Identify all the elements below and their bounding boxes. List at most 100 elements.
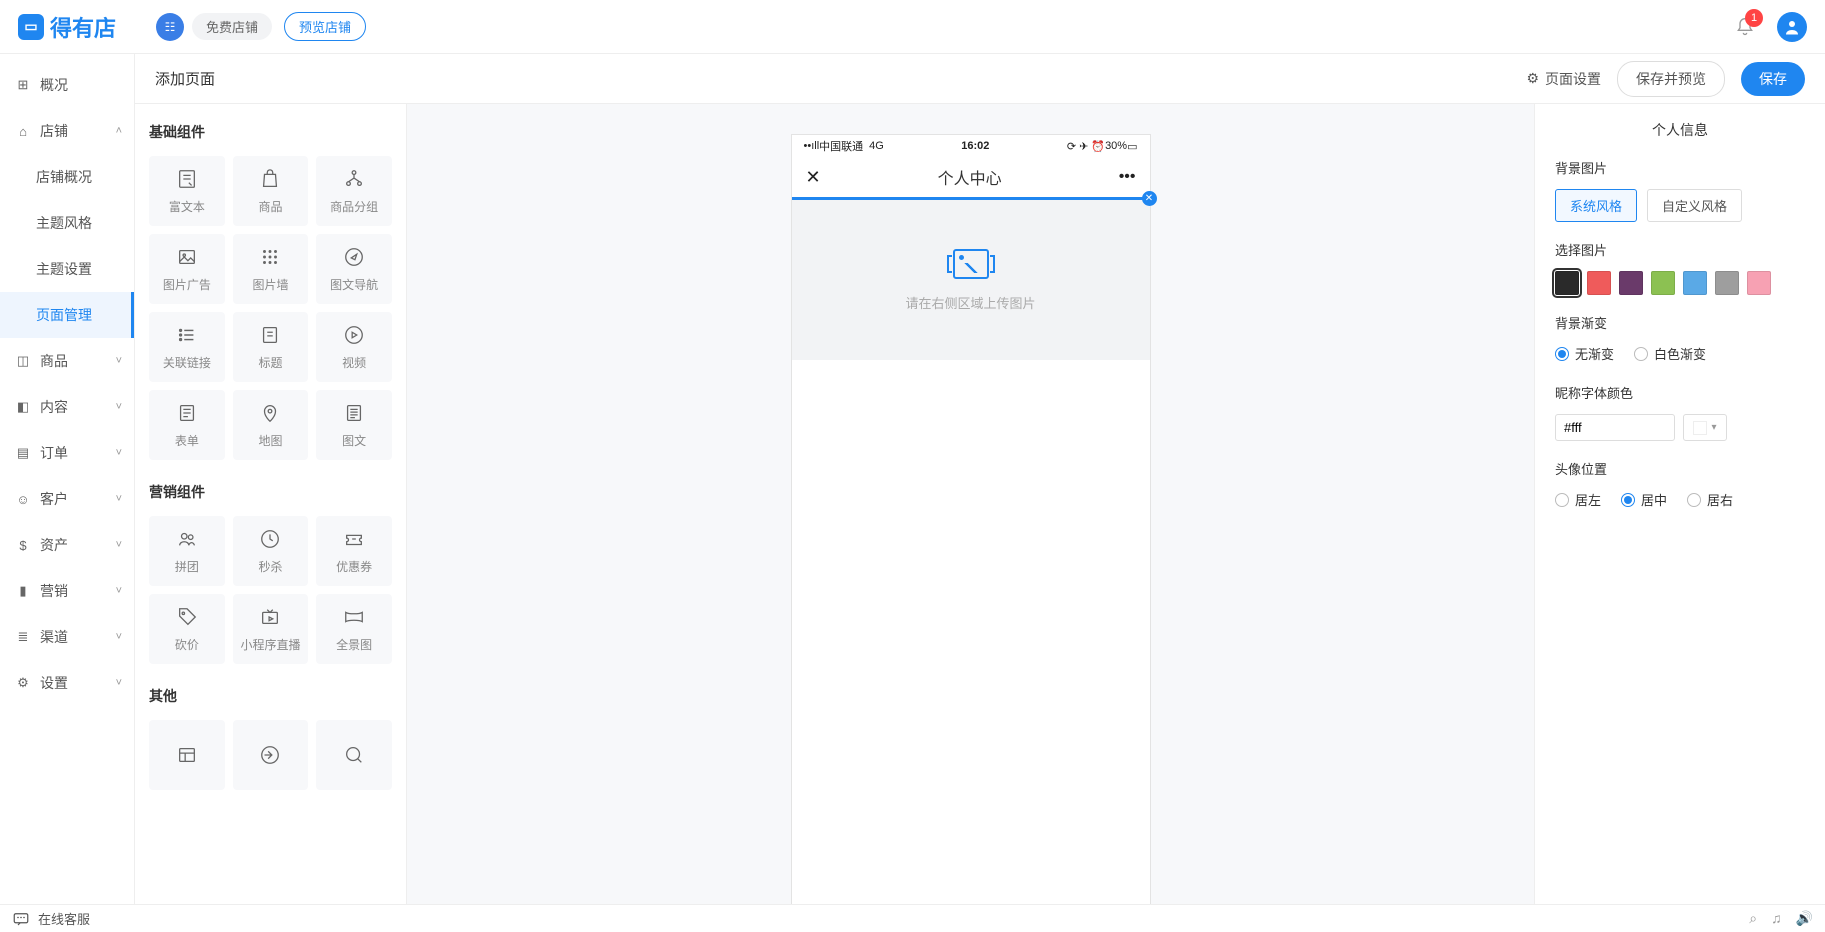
nav-channels[interactable]: ≣渠道˅ (0, 614, 134, 660)
compass-icon (343, 246, 365, 268)
footer-icon-2[interactable]: ♫ (1771, 910, 1782, 927)
props-title: 个人信息 (1555, 120, 1805, 140)
grid-icon: ⊞ (16, 77, 30, 93)
top-header: ▭ 得有店 ☷ 免费店铺 预览店铺 1 (0, 0, 1825, 54)
gradient-label: 背景渐变 (1555, 313, 1805, 332)
layout-icon (176, 744, 198, 766)
comp-goods[interactable]: 商品 (233, 156, 309, 226)
comp-bargain[interactable]: 砍价 (149, 594, 225, 664)
swatch-grey[interactable] (1715, 271, 1739, 295)
comp-other-3[interactable] (316, 720, 392, 790)
swatch-blue[interactable] (1683, 271, 1707, 295)
nickname-color-label: 昵称字体颜色 (1555, 383, 1805, 402)
comp-image-nav[interactable]: 图文导航 (316, 234, 392, 304)
online-support-button[interactable]: 在线客服 (12, 909, 90, 928)
group-icon (176, 528, 198, 550)
color-preview-button[interactable]: ▾ (1683, 414, 1727, 441)
swatch-purple[interactable] (1619, 271, 1643, 295)
comp-flash-sale[interactable]: 秒杀 (233, 516, 309, 586)
phone-title: 个人中心 (821, 165, 1119, 189)
preview-shop-button[interactable]: 预览店铺 (284, 12, 366, 41)
nav-settings[interactable]: ⚙设置˅ (0, 660, 134, 706)
logo-icon: ▭ (18, 14, 44, 40)
section-marketing: 营销组件 (149, 482, 392, 502)
radio-pos-left[interactable]: 居左 (1555, 490, 1601, 509)
comp-image-wall[interactable]: 图片墙 (233, 234, 309, 304)
shop-selector[interactable]: ☷ (156, 13, 184, 41)
nav-overview[interactable]: ⊞概况 (0, 62, 134, 108)
comp-related-link[interactable]: 关联链接 (149, 312, 225, 382)
nav-shop-overview[interactable]: 店铺概况 (0, 154, 134, 200)
notification-button[interactable]: 1 (1735, 17, 1755, 37)
phone-navbar: ✕ 个人中心 ••• (792, 157, 1150, 197)
save-preview-button[interactable]: 保存并预览 (1617, 61, 1725, 97)
nav-customers[interactable]: ☺客户˅ (0, 476, 134, 522)
chevron-down-icon: ˅ (116, 447, 122, 459)
goods-icon: ◫ (16, 353, 30, 369)
comp-video[interactable]: 视频 (316, 312, 392, 382)
user-menu[interactable] (1777, 12, 1807, 42)
comp-richtext[interactable]: 富文本 (149, 156, 225, 226)
color-swatches (1555, 271, 1805, 295)
footer-icon-1[interactable]: ⌕ (1749, 910, 1757, 927)
page-settings-button[interactable]: ⚙页面设置 (1526, 69, 1601, 89)
close-icon[interactable]: ✕ (806, 167, 821, 188)
upload-hint: 请在右侧区域上传图片 (905, 293, 1035, 312)
comp-coupon[interactable]: 优惠券 (316, 516, 392, 586)
comp-map[interactable]: 地图 (233, 390, 309, 460)
chevron-down-icon: ˅ (116, 539, 122, 551)
comp-other-1[interactable] (149, 720, 225, 790)
nav-assets[interactable]: $资产˅ (0, 522, 134, 568)
channels-icon: ≣ (16, 629, 30, 645)
swatch-green[interactable] (1651, 271, 1675, 295)
form-icon (176, 402, 198, 424)
comp-title[interactable]: 标题 (233, 312, 309, 382)
comp-form[interactable]: 表单 (149, 390, 225, 460)
comp-image-ad[interactable]: 图片广告 (149, 234, 225, 304)
comp-image-text[interactable]: 图文 (316, 390, 392, 460)
tag-icon (176, 606, 198, 628)
comp-goods-group[interactable]: 商品分组 (316, 156, 392, 226)
nav-theme-style[interactable]: 主题风格 (0, 200, 134, 246)
nav-shop[interactable]: ⌂店铺˄ (0, 108, 134, 154)
upload-area[interactable]: 请在右侧区域上传图片 (792, 200, 1150, 360)
comp-other-2[interactable] (233, 720, 309, 790)
drop-close-icon[interactable]: ✕ (1142, 191, 1157, 206)
ticket-icon (343, 528, 365, 550)
nickname-color-input[interactable] (1555, 414, 1675, 441)
comp-group-buy[interactable]: 拼团 (149, 516, 225, 586)
radio-white-gradient[interactable]: 白色渐变 (1634, 344, 1706, 363)
nav-page-manage[interactable]: 页面管理 (0, 292, 134, 338)
bag-icon (259, 168, 281, 190)
comp-live[interactable]: 小程序直播 (233, 594, 309, 664)
comp-panorama[interactable]: 全景图 (316, 594, 392, 664)
canvas[interactable]: ••ıll 中国联通 4G 16:02 ⟳ ✈ ⏰ 30% ▭ ✕ 个人中心 •… (407, 104, 1535, 932)
grid-dots-icon (259, 246, 281, 268)
save-button[interactable]: 保存 (1741, 62, 1805, 96)
orders-icon: ▤ (16, 445, 30, 461)
nav-goods[interactable]: ◫商品˅ (0, 338, 134, 384)
page-header: 添加页面 ⚙页面设置 保存并预览 保存 (135, 54, 1825, 104)
logo[interactable]: ▭ 得有店 (18, 11, 116, 43)
swatch-red[interactable] (1587, 271, 1611, 295)
nav-content[interactable]: ◧内容˅ (0, 384, 134, 430)
page-title: 添加页面 (155, 68, 215, 89)
nav-orders[interactable]: ▤订单˅ (0, 430, 134, 476)
tab-custom-style[interactable]: 自定义风格 (1647, 189, 1742, 222)
footer-icon-3[interactable]: 🔊 (1796, 910, 1813, 927)
tab-system-style[interactable]: 系统风格 (1555, 189, 1637, 222)
chevron-down-icon: ˅ (116, 355, 122, 367)
component-panel: 基础组件 富文本 商品 商品分组 图片广告 图片墙 图文导航 关联链接 标题 视… (135, 104, 407, 932)
nav-theme-settings[interactable]: 主题设置 (0, 246, 134, 292)
radio-pos-right[interactable]: 居右 (1687, 490, 1733, 509)
radio-pos-center[interactable]: 居中 (1621, 490, 1667, 509)
swatch-pink[interactable] (1747, 271, 1771, 295)
chevron-down-icon: ˅ (116, 631, 122, 643)
radio-no-gradient[interactable]: 无渐变 (1555, 344, 1614, 363)
more-icon[interactable]: ••• (1119, 168, 1136, 186)
avatar-pos-label: 头像位置 (1555, 459, 1805, 478)
drop-zone[interactable]: ✕ (792, 197, 1150, 200)
status-bar: ••ıll 中国联通 4G 16:02 ⟳ ✈ ⏰ 30% ▭ (792, 135, 1150, 157)
swatch-dark[interactable] (1555, 271, 1579, 295)
nav-marketing[interactable]: ▮营销˅ (0, 568, 134, 614)
